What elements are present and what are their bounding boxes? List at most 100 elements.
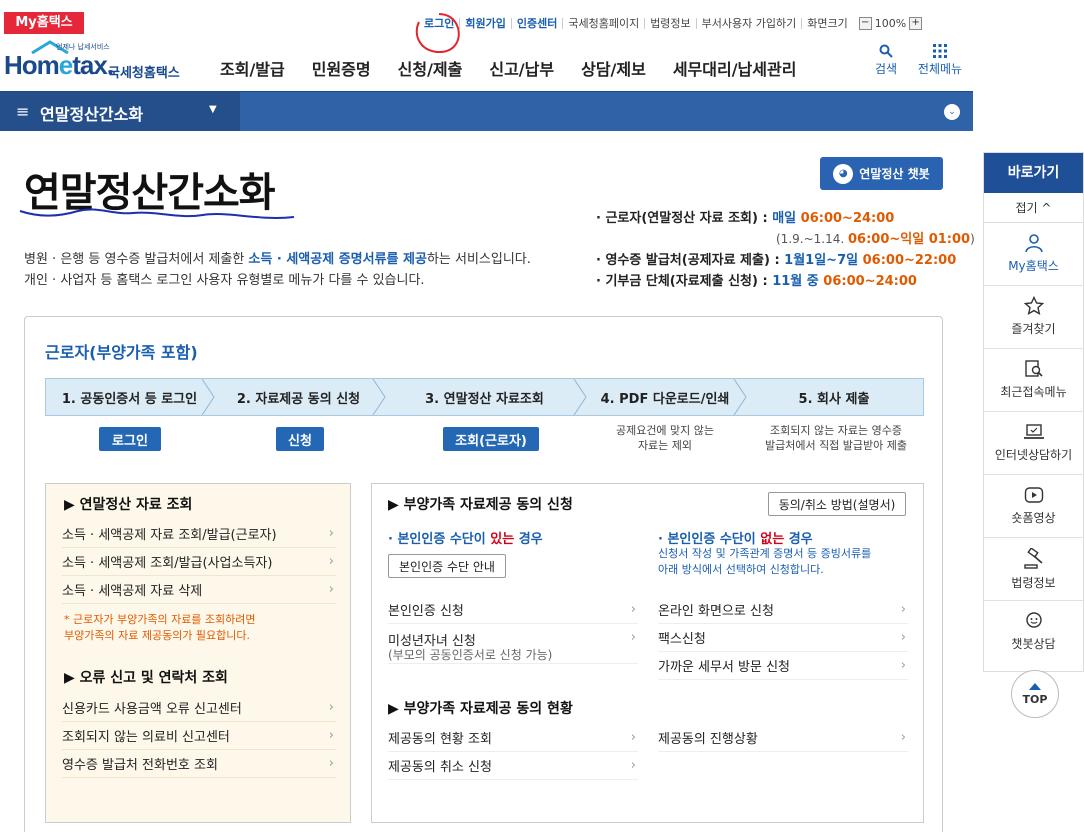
desc-1c: 하는 서비스입니다. — [426, 252, 531, 267]
signup-link[interactable]: 회원가입 — [459, 17, 510, 29]
fax-apply-link[interactable]: 팩스신청 › — [658, 624, 908, 652]
hometax-logo[interactable]: 언제나 납세서비스 Hometax. 국세청홈택스 — [4, 40, 189, 86]
process-steps: 1. 공동인증서 등 로그인 2. 자료제공 동의 신청 3. 연말정산 자료조… — [45, 378, 924, 416]
auth-method-guide-button[interactable]: 본인인증 수단 안내 — [388, 554, 506, 578]
deduction-inquiry-business-link[interactable]: 소득 · 세액공제 조회/발급(사업소득자) › — [62, 548, 336, 576]
logo-wordmark-a: Hom — [4, 50, 60, 80]
quick-item-label: 즐겨찾기 — [1011, 322, 1056, 336]
deduction-inquiry-worker-link[interactable]: 소득 · 세액공제 자료 조회/발급(근로자) › — [62, 520, 336, 548]
step-actions: 로그인 신청 조회(근로자) 공제요건에 맞지 않는 자료는 제외 조회되지 않… — [45, 423, 924, 463]
quick-menu-fold-button[interactable]: 접기 ^ — [984, 193, 1083, 223]
page: My홈택스 로그인 회원가입 인증센터 국세청홈페이지 법령정보 부서사용자 가… — [0, 0, 1084, 832]
chevron-right-icon: › — [630, 730, 636, 745]
worker-section-label: 근로자(부양가족 포함) — [45, 343, 198, 362]
list-item-label: 소득 · 세액공제 자료 조회/발급(근로자) — [62, 528, 277, 543]
deduction-delete-link[interactable]: 소득 · 세액공제 자료 삭제 › — [62, 576, 336, 604]
quick-recent-menu[interactable]: 최근접속메뉴 — [984, 349, 1083, 412]
quick-item-label: 챗봇상담 — [1011, 637, 1056, 651]
dependent-consent-note: * 근로자가 부양가족의 자료를 조회하려면 부양가족의 자료 제공동의가 필요… — [64, 613, 256, 642]
zoom-out-button[interactable]: − — [858, 16, 872, 30]
nav-civil-certificate[interactable]: 민원증명 — [312, 56, 371, 80]
quick-shortform-video[interactable]: 숏폼영상 — [984, 475, 1083, 538]
has-auth-b: 있는 — [490, 532, 515, 547]
step-2: 2. 자료제공 동의 신청 — [213, 379, 386, 415]
info-extended-time: 06:00~익일 01:00 — [847, 232, 971, 247]
page-description: 병원 · 은행 등 영수증 발급처에서 제출한 소득 · 세액공제 증명서류를 … — [24, 249, 531, 291]
step-apply-button[interactable]: 신청 — [276, 427, 324, 451]
consent-progress-link[interactable]: 제공동의 진행상황 › — [658, 724, 908, 752]
nav-tax-agent[interactable]: 세무대리/납세관리 — [673, 56, 797, 80]
search-icon — [879, 44, 893, 58]
quick-chatbot-consult[interactable]: 챗봇상담 — [984, 601, 1083, 664]
login-link[interactable]: 로그인 — [419, 18, 459, 29]
info-receipt-day: 1월1일~7일 — [784, 253, 863, 268]
list-item-label: 소득 · 세액공제 조회/발급(사업소득자) — [62, 556, 273, 571]
info-row-receipt: · 영수증 발급처(공제자료 제출) : 1월1일~7일 06:00~22:00 — [596, 250, 975, 271]
step-login-button[interactable]: 로그인 — [99, 427, 161, 451]
step-inquiry-worker-button[interactable]: 조회(근로자) — [443, 427, 539, 451]
zoom-in-button[interactable]: + — [909, 16, 923, 30]
has-auth-subheading: · 본인인증 수단이 있는 경우 — [388, 528, 543, 547]
info-donation-day: 11월 중 — [772, 274, 824, 289]
consent-apply-heading: ▶ 부양가족 자료제공 동의 신청 — [388, 497, 573, 513]
yearend-chatbot-button[interactable]: ◕ 연말정산 챗봇 — [820, 157, 943, 190]
step-3: 3. 연말정산 자료조회 — [384, 379, 587, 415]
header-all-menu-button[interactable]: 전체메뉴 — [912, 44, 968, 77]
consent-guide-button[interactable]: 동의/취소 방법(설명서) — [768, 492, 906, 516]
header-search-button[interactable]: 검색 — [866, 44, 906, 77]
online-apply-link[interactable]: 온라인 화면으로 신청 › — [658, 596, 908, 624]
data-inquiry-panel: ▶ 연말정산 자료 조회 소득 · 세액공제 자료 조회/발급(근로자) › 소득… — [45, 483, 351, 823]
tax-office-visit-link[interactable]: 가까운 세무서 방문 신청 › — [658, 652, 908, 680]
info-row-donation: · 기부금 단체(자료제출 신청) : 11월 중 06:00~24:00 — [596, 271, 975, 292]
list-item-label: 팩스신청 — [658, 632, 706, 647]
grid-menu-icon — [933, 44, 947, 58]
section-bar: ≡ 연말정산간소화 ▼ ⌄ — [0, 91, 973, 131]
caret-down-icon: ▼ — [209, 104, 217, 115]
desc-1b: 소득 · 세액공제 증명서류를 제공 — [248, 252, 427, 267]
self-auth-apply-link[interactable]: 본인인증 신청 › — [388, 596, 638, 624]
cert-center-link[interactable]: 인증센터 — [510, 17, 562, 29]
chevron-right-icon: › — [328, 526, 334, 541]
list-item-label: 제공동의 진행상황 — [658, 732, 758, 747]
desc-line-1: 병원 · 은행 등 영수증 발급처에서 제출한 소득 · 세액공제 증명서류를 … — [24, 249, 531, 270]
chevron-right-icon: › — [900, 658, 906, 673]
section-selector[interactable]: ≡ 연말정산간소화 ▼ — [0, 92, 240, 131]
nav-application-submit[interactable]: 신청/제출 — [398, 56, 463, 80]
section-arrow-shape — [225, 92, 239, 131]
minor-child-note: (부모의 공동인증서로 신청 가능) — [388, 648, 553, 662]
list-item-label: 제공동의 현황 조회 — [388, 732, 492, 747]
expand-chevron-icon[interactable]: ⌄ — [944, 104, 960, 120]
nav-report-payment[interactable]: 신고/납부 — [489, 56, 554, 80]
consent-cancel-link[interactable]: 제공동의 취소 신청 › — [388, 752, 638, 780]
card-error-report-link[interactable]: 신용카드 사용금액 오류 신고센터 › — [62, 694, 336, 722]
list-item-label: 소득 · 세액공제 자료 삭제 — [62, 584, 203, 599]
quick-menu: 바로가기 접기 ^ My홈택스 즐겨찾기 최근접속메뉴 인터넷상담하기 숏폼영상… — [983, 152, 1084, 672]
nav-consult-report[interactable]: 상담/제보 — [581, 56, 646, 80]
quick-law-info[interactable]: 법령정보 — [984, 538, 1083, 601]
quick-myhometax[interactable]: My홈택스 — [984, 223, 1083, 286]
nts-homepage-link[interactable]: 국세청홈페이지 — [562, 17, 644, 29]
chevron-right-icon: › — [328, 700, 334, 715]
quick-internet-consult[interactable]: 인터넷상담하기 — [984, 412, 1083, 475]
step-5-note: 조회되지 않는 자료는 영수증 발급처에서 직접 발급받아 제출 — [764, 424, 908, 452]
main-nav: 조회/발급 민원증명 신청/제출 신고/납부 상담/제보 세무대리/납세관리 — [220, 56, 823, 80]
nav-inquiry-issue[interactable]: 조회/발급 — [220, 56, 285, 80]
info-receipt-label: · 영수증 발급처(공제자료 제출) : — [596, 253, 785, 268]
medical-expense-report-link[interactable]: 조회되지 않는 의료비 신고센터 › — [62, 722, 336, 750]
info-worker-day: 매일 — [772, 211, 801, 226]
law-info-link[interactable]: 법령정보 — [644, 17, 695, 29]
issuer-phone-lookup-link[interactable]: 영수증 발급처 전화번호 조회 › — [62, 750, 336, 778]
myhome-tag-link[interactable]: My홈택스 — [4, 12, 84, 34]
dept-user-signup-link[interactable]: 부서사용자 가입하기 — [695, 17, 802, 29]
quick-favorites[interactable]: 즐겨찾기 — [984, 286, 1083, 349]
chatbot-button-label: 연말정산 챗봇 — [859, 167, 930, 181]
consent-status-inquiry-link[interactable]: 제공동의 현황 조회 › — [388, 724, 638, 752]
logo-wordmark: Hometax. — [4, 50, 114, 81]
step-1: 1. 공동인증서 등 로그인 — [46, 379, 215, 415]
laptop-icon — [1023, 424, 1044, 439]
list-item-label: 가까운 세무서 방문 신청 — [658, 660, 790, 675]
has-auth-a: · 본인인증 수단이 — [388, 532, 491, 547]
scroll-top-button[interactable]: TOP — [1011, 670, 1059, 718]
no-auth-b: 없는 — [760, 532, 785, 547]
zoom-control: − 100% + — [858, 16, 923, 30]
